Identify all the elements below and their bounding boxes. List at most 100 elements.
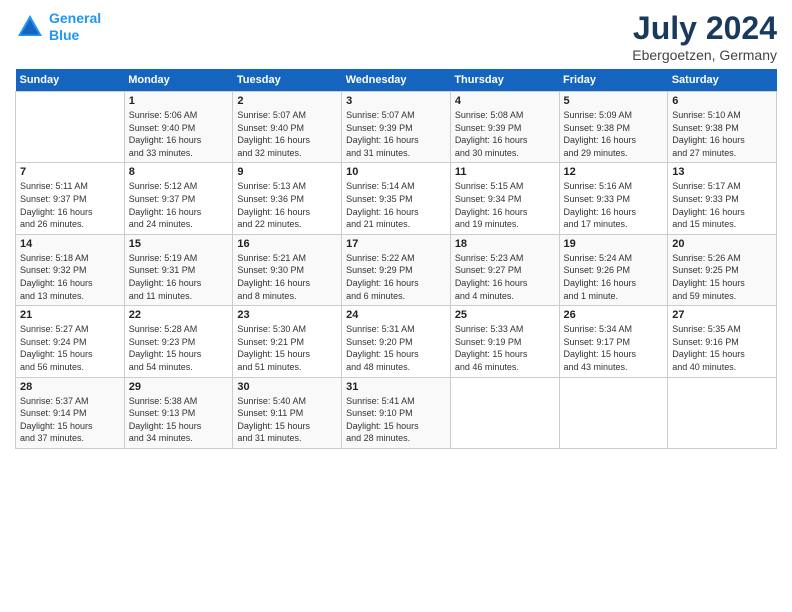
week-row-2: 7 Sunrise: 5:11 AMSunset: 9:37 PMDaylight… — [16, 163, 777, 234]
calendar-cell: 16Sunrise: 5:21 AMSunset: 9:30 PMDayligh… — [233, 234, 342, 305]
day-info: Sunrise: 5:07 AMSunset: 9:40 PMDaylight:… — [237, 109, 337, 159]
day-info: Sunrise: 5:41 AMSunset: 9:10 PMDaylight:… — [346, 395, 446, 445]
day-info: Sunrise: 5:37 AMSunset: 9:14 PMDaylight:… — [20, 395, 120, 445]
calendar-cell: 28 Sunrise: 5:37 AMSunset: 9:14 PMDayligh… — [16, 377, 125, 448]
day-info: Sunrise: 5:06 AMSunset: 9:40 PMDaylight:… — [129, 109, 229, 159]
day-info: Sunrise: 5:21 AMSunset: 9:30 PMDaylight:… — [237, 252, 337, 302]
day-number: 11 — [455, 166, 555, 178]
day-number: 23 — [237, 309, 337, 321]
day-number: 29 — [129, 381, 229, 393]
day-header-tuesday: Tuesday — [233, 69, 342, 92]
calendar-cell: 7 Sunrise: 5:11 AMSunset: 9:37 PMDaylight… — [16, 163, 125, 234]
calendar-cell — [16, 92, 125, 163]
calendar-cell: 21 Sunrise: 5:27 AMSunset: 9:24 PMDayligh… — [16, 306, 125, 377]
calendar-cell: 29 Sunrise: 5:38 AMSunset: 9:13 PMDayligh… — [124, 377, 233, 448]
day-info: Sunrise: 5:30 AMSunset: 9:21 PMDaylight:… — [237, 323, 337, 373]
day-info: Sunrise: 5:17 AMSunset: 9:33 PMDaylight:… — [672, 180, 772, 230]
day-header-friday: Friday — [559, 69, 668, 92]
calendar-cell: 9Sunrise: 5:13 AMSunset: 9:36 PMDaylight… — [233, 163, 342, 234]
calendar-cell: 26 Sunrise: 5:34 AMSunset: 9:17 PMDayligh… — [559, 306, 668, 377]
logo-text: General Blue — [49, 10, 101, 44]
week-row-3: 14Sunrise: 5:18 AMSunset: 9:32 PMDayligh… — [16, 234, 777, 305]
day-number: 25 — [455, 309, 555, 321]
day-header-thursday: Thursday — [450, 69, 559, 92]
day-info: Sunrise: 5:33 AMSunset: 9:19 PMDaylight:… — [455, 323, 555, 373]
day-number: 28 — [20, 381, 120, 393]
calendar-cell: 17 Sunrise: 5:22 AMSunset: 9:29 PMDayligh… — [342, 234, 451, 305]
day-number: 20 — [672, 238, 772, 250]
days-header-row: SundayMondayTuesdayWednesdayThursdayFrid… — [16, 69, 777, 92]
calendar-cell: 1Sunrise: 5:06 AMSunset: 9:40 PMDaylight… — [124, 92, 233, 163]
day-number: 13 — [672, 166, 772, 178]
day-number: 12 — [564, 166, 664, 178]
logo-icon — [15, 12, 45, 42]
calendar-cell: 10Sunrise: 5:14 AMSunset: 9:35 PMDayligh… — [342, 163, 451, 234]
calendar-cell: 20 Sunrise: 5:26 AMSunset: 9:25 PMDayligh… — [668, 234, 777, 305]
day-number: 27 — [672, 309, 772, 321]
calendar-cell: 22 Sunrise: 5:28 AMSunset: 9:23 PMDayligh… — [124, 306, 233, 377]
day-info: Sunrise: 5:28 AMSunset: 9:23 PMDaylight:… — [129, 323, 229, 373]
calendar-cell: 24 Sunrise: 5:31 AMSunset: 9:20 PMDayligh… — [342, 306, 451, 377]
day-number: 22 — [129, 309, 229, 321]
day-number: 19 — [564, 238, 664, 250]
logo: General Blue — [15, 10, 101, 44]
calendar-cell: 18Sunrise: 5:23 AMSunset: 9:27 PMDayligh… — [450, 234, 559, 305]
logo-line1: General — [49, 10, 101, 26]
day-info: Sunrise: 5:38 AMSunset: 9:13 PMDaylight:… — [129, 395, 229, 445]
calendar-cell: 11 Sunrise: 5:15 AMSunset: 9:34 PMDayligh… — [450, 163, 559, 234]
calendar-cell: 27Sunrise: 5:35 AMSunset: 9:16 PMDayligh… — [668, 306, 777, 377]
calendar-cell — [559, 377, 668, 448]
calendar-cell: 2 Sunrise: 5:07 AMSunset: 9:40 PMDaylight… — [233, 92, 342, 163]
calendar-cell: 19Sunrise: 5:24 AMSunset: 9:26 PMDayligh… — [559, 234, 668, 305]
calendar-cell: 31Sunrise: 5:41 AMSunset: 9:10 PMDayligh… — [342, 377, 451, 448]
day-info: Sunrise: 5:14 AMSunset: 9:35 PMDaylight:… — [346, 180, 446, 230]
day-number: 2 — [237, 95, 337, 107]
day-info: Sunrise: 5:11 AMSunset: 9:37 PMDaylight:… — [20, 180, 120, 230]
day-info: Sunrise: 5:10 AMSunset: 9:38 PMDaylight:… — [672, 109, 772, 159]
day-info: Sunrise: 5:27 AMSunset: 9:24 PMDaylight:… — [20, 323, 120, 373]
day-header-saturday: Saturday — [668, 69, 777, 92]
main-title: July 2024 — [632, 10, 777, 47]
calendar-table: SundayMondayTuesdayWednesdayThursdayFrid… — [15, 69, 777, 449]
day-info: Sunrise: 5:09 AMSunset: 9:38 PMDaylight:… — [564, 109, 664, 159]
calendar-cell: 6Sunrise: 5:10 AMSunset: 9:38 PMDaylight… — [668, 92, 777, 163]
day-number: 7 — [20, 166, 120, 178]
day-info: Sunrise: 5:34 AMSunset: 9:17 PMDaylight:… — [564, 323, 664, 373]
day-number: 24 — [346, 309, 446, 321]
day-number: 15 — [129, 238, 229, 250]
subtitle: Ebergoetzen, Germany — [632, 47, 777, 63]
day-info: Sunrise: 5:12 AMSunset: 9:37 PMDaylight:… — [129, 180, 229, 230]
day-info: Sunrise: 5:18 AMSunset: 9:32 PMDaylight:… — [20, 252, 120, 302]
day-number: 30 — [237, 381, 337, 393]
day-number: 5 — [564, 95, 664, 107]
calendar-cell: 12 Sunrise: 5:16 AMSunset: 9:33 PMDayligh… — [559, 163, 668, 234]
day-number: 26 — [564, 309, 664, 321]
day-info: Sunrise: 5:40 AMSunset: 9:11 PMDaylight:… — [237, 395, 337, 445]
calendar-cell: 30 Sunrise: 5:40 AMSunset: 9:11 PMDayligh… — [233, 377, 342, 448]
day-header-monday: Monday — [124, 69, 233, 92]
day-number: 17 — [346, 238, 446, 250]
header: General Blue July 2024 Ebergoetzen, Germ… — [15, 10, 777, 63]
day-info: Sunrise: 5:13 AMSunset: 9:36 PMDaylight:… — [237, 180, 337, 230]
calendar-cell — [450, 377, 559, 448]
day-info: Sunrise: 5:23 AMSunset: 9:27 PMDaylight:… — [455, 252, 555, 302]
day-info: Sunrise: 5:31 AMSunset: 9:20 PMDaylight:… — [346, 323, 446, 373]
day-header-sunday: Sunday — [16, 69, 125, 92]
day-info: Sunrise: 5:22 AMSunset: 9:29 PMDaylight:… — [346, 252, 446, 302]
day-number: 3 — [346, 95, 446, 107]
day-info: Sunrise: 5:19 AMSunset: 9:31 PMDaylight:… — [129, 252, 229, 302]
day-info: Sunrise: 5:26 AMSunset: 9:25 PMDaylight:… — [672, 252, 772, 302]
day-number: 8 — [129, 166, 229, 178]
calendar-cell: 5 Sunrise: 5:09 AMSunset: 9:38 PMDaylight… — [559, 92, 668, 163]
week-row-4: 21 Sunrise: 5:27 AMSunset: 9:24 PMDayligh… — [16, 306, 777, 377]
day-info: Sunrise: 5:15 AMSunset: 9:34 PMDaylight:… — [455, 180, 555, 230]
week-row-5: 28 Sunrise: 5:37 AMSunset: 9:14 PMDayligh… — [16, 377, 777, 448]
calendar-cell: 15 Sunrise: 5:19 AMSunset: 9:31 PMDayligh… — [124, 234, 233, 305]
day-number: 21 — [20, 309, 120, 321]
page-container: General Blue July 2024 Ebergoetzen, Germ… — [0, 0, 792, 459]
calendar-cell: 23 Sunrise: 5:30 AMSunset: 9:21 PMDayligh… — [233, 306, 342, 377]
day-info: Sunrise: 5:16 AMSunset: 9:33 PMDaylight:… — [564, 180, 664, 230]
day-info: Sunrise: 5:08 AMSunset: 9:39 PMDaylight:… — [455, 109, 555, 159]
calendar-cell: 14Sunrise: 5:18 AMSunset: 9:32 PMDayligh… — [16, 234, 125, 305]
calendar-cell: 13 Sunrise: 5:17 AMSunset: 9:33 PMDayligh… — [668, 163, 777, 234]
